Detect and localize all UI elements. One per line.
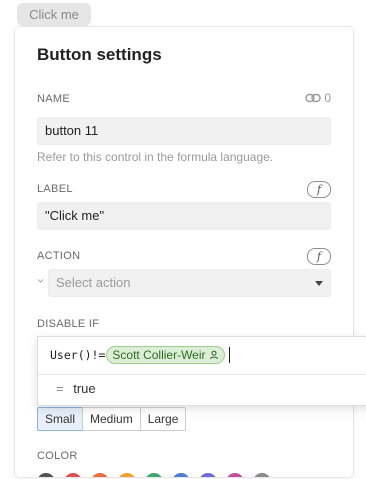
result-equals-symbol: =	[56, 381, 64, 396]
result-value: true	[73, 381, 96, 396]
formula-editor-popup: User()!= Scott Collier-Weir = true	[37, 336, 366, 406]
action-select-placeholder: Select action	[56, 275, 131, 290]
preview-button[interactable]: Click me	[17, 3, 91, 26]
size-option-small[interactable]: Small	[37, 407, 84, 431]
text-cursor	[228, 347, 230, 363]
action-label: ACTION	[37, 250, 81, 262]
label-label: LABEL	[37, 183, 73, 195]
chevron-down-icon	[37, 279, 44, 283]
formula-text: User()!=	[50, 348, 106, 362]
color-swatch[interactable]	[145, 473, 163, 477]
user-chip-name: Scott Collier-Weir	[112, 348, 206, 362]
color-swatch[interactable]	[91, 473, 109, 477]
link-count-value: 0	[324, 91, 331, 105]
link-icon	[305, 93, 322, 103]
size-option-medium[interactable]: Medium	[82, 407, 141, 431]
user-chip[interactable]: Scott Collier-Weir	[106, 346, 225, 364]
name-hint: Refer to this control in the formula lan…	[37, 150, 274, 164]
person-icon	[209, 350, 218, 360]
color-swatch[interactable]	[253, 473, 271, 477]
formula-input[interactable]: User()!= Scott Collier-Weir	[50, 346, 230, 364]
action-select[interactable]: Select action	[48, 269, 331, 297]
size-option-large[interactable]: Large	[139, 407, 187, 431]
formula-result: = true	[56, 381, 96, 396]
color-swatch[interactable]	[226, 473, 244, 477]
label-formula-icon[interactable]: f	[307, 181, 331, 198]
label-input[interactable]: "Click me"	[37, 202, 331, 230]
dropdown-caret-icon	[315, 281, 323, 286]
color-swatch[interactable]	[199, 473, 217, 477]
name-label: NAME	[37, 93, 70, 105]
size-segmented-control: Small Medium Large	[37, 407, 187, 431]
action-formula-icon[interactable]: f	[307, 248, 331, 265]
references-count[interactable]: 0	[305, 91, 331, 105]
color-swatch[interactable]	[64, 473, 82, 477]
color-swatch[interactable]	[37, 473, 55, 477]
color-label: COLOR	[37, 450, 78, 462]
disable-if-label: DISABLE IF	[37, 318, 100, 330]
panel-title: Button settings	[37, 45, 162, 64]
color-swatch[interactable]	[172, 473, 190, 477]
color-swatches	[37, 473, 271, 477]
color-swatch[interactable]	[118, 473, 136, 477]
popup-divider	[38, 374, 366, 375]
button-settings-panel: Button settings NAME 0 button 11 Refer t…	[15, 27, 353, 477]
name-input[interactable]: button 11	[37, 117, 331, 145]
